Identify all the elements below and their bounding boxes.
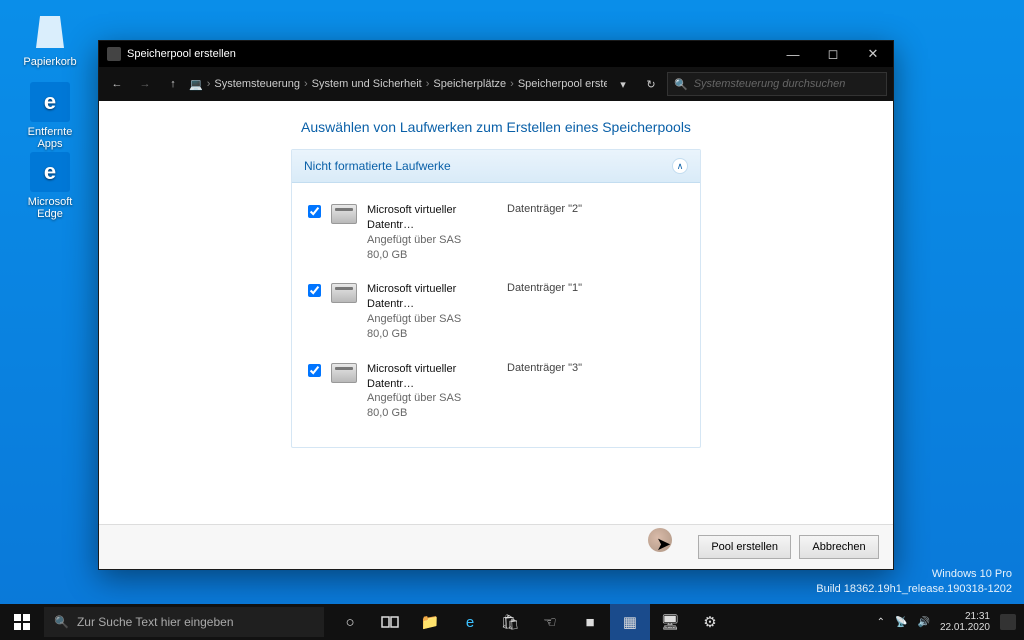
taskbar-app-cmd[interactable]: ■ [570, 604, 610, 640]
drive-name: Microsoft virtueller Datentr… [367, 362, 497, 392]
tray-network-icon[interactable]: 📡 [895, 617, 907, 628]
maximize-button[interactable]: ◻ [813, 41, 853, 67]
tray-volume-icon[interactable]: 🔊 [917, 617, 929, 628]
task-view-button[interactable] [370, 604, 410, 640]
drive-row: Microsoft virtueller Datentr…Angefügt üb… [308, 272, 684, 351]
start-button[interactable] [0, 604, 44, 640]
content-area: Auswählen von Laufwerken zum Erstellen e… [99, 101, 893, 524]
windows-watermark: Windows 10 Pro Build 18362.19h1_release.… [816, 567, 1012, 596]
taskbar-app-controlpanel[interactable]: ▦ [610, 604, 650, 640]
taskbar-app-store[interactable]: 🛍 [490, 604, 530, 640]
taskbar-app-edge[interactable]: e [450, 604, 490, 640]
drive-meta: Microsoft virtueller Datentr…Angefügt üb… [367, 203, 497, 262]
collapse-button[interactable]: ∧ [672, 158, 688, 174]
back-button[interactable]: ← [105, 72, 129, 96]
taskbar-search-placeholder: Zur Suche Text hier eingeben [77, 615, 234, 629]
tray-chevron-icon[interactable]: ⌃ [877, 617, 885, 628]
drive-id: Datenträger "2" [507, 203, 582, 215]
edge-icon: e [30, 152, 70, 192]
minimize-button[interactable]: ― [773, 41, 813, 67]
breadcrumb-item[interactable]: Systemsteuerung [214, 78, 300, 90]
disk-icon [331, 363, 357, 383]
drive-id: Datenträger "3" [507, 362, 582, 374]
drive-connection: Angefügt über SAS [367, 233, 497, 248]
drive-connection: Angefügt über SAS [367, 391, 497, 406]
panel-title: Nicht formatierte Laufwerke [304, 159, 451, 173]
drive-name: Microsoft virtueller Datentr… [367, 282, 497, 312]
desktop-icon-recycle-bin[interactable]: Papierkorb [14, 12, 86, 68]
drive-row: Microsoft virtueller Datentr…Angefügt üb… [308, 352, 684, 431]
up-button[interactable]: ↑ [161, 72, 185, 96]
breadcrumb-icon: 💻 [189, 78, 203, 91]
taskbar-app-services[interactable]: 🖥 [650, 604, 690, 640]
taskbar-app-settings[interactable]: ⚙ [690, 604, 730, 640]
cancel-button[interactable]: Abbrechen [799, 535, 879, 559]
drive-checkbox[interactable] [308, 284, 321, 297]
refresh-button[interactable]: ↻ [639, 72, 663, 96]
taskbar: 🔍 Zur Suche Text hier eingeben ○ 📁 e 🛍 ☜… [0, 604, 1024, 640]
forward-button: → [133, 72, 157, 96]
drive-meta: Microsoft virtueller Datentr…Angefügt üb… [367, 362, 497, 421]
titlebar: Speicherpool erstellen ― ◻ ✕ [99, 41, 893, 67]
app-icon [107, 47, 121, 61]
breadcrumb: 💻 › Systemsteuerung › System und Sicherh… [189, 78, 607, 91]
system-tray: ⌃ 📡 🔊 21:31 22.01.2020 [869, 611, 1024, 634]
drive-size: 80,0 GB [367, 248, 497, 263]
drive-id: Datenträger "1" [507, 282, 582, 294]
drive-checkbox[interactable] [308, 364, 321, 377]
disk-icon [331, 204, 357, 224]
action-center-button[interactable] [1000, 614, 1016, 630]
desktop-icon-label: Papierkorb [14, 56, 86, 68]
edge-icon: e [30, 82, 70, 122]
drive-name: Microsoft virtueller Datentr… [367, 203, 497, 233]
page-title: Auswählen von Laufwerken zum Erstellen e… [123, 119, 869, 135]
footer: Pool erstellen Abbrechen [99, 524, 893, 569]
drive-meta: Microsoft virtueller Datentr…Angefügt üb… [367, 282, 497, 341]
breadcrumb-item[interactable]: Speicherplätze [433, 78, 506, 90]
panel-header: Nicht formatierte Laufwerke ∧ [292, 150, 700, 183]
task-view-icon [381, 613, 399, 631]
taskbar-app-explorer[interactable]: 📁 [410, 604, 450, 640]
drive-size: 80,0 GB [367, 327, 497, 342]
cortana-button[interactable]: ○ [330, 604, 370, 640]
window-title: Speicherpool erstellen [127, 48, 236, 60]
desktop-icon-edge[interactable]: e Microsoft Edge [14, 152, 86, 220]
search-icon: 🔍 [674, 78, 688, 91]
breadcrumb-item[interactable]: System und Sicherheit [312, 78, 422, 90]
windows-icon [14, 614, 30, 630]
navbar: ← → ↑ 💻 › Systemsteuerung › System und S… [99, 67, 893, 101]
search-box[interactable]: 🔍 [667, 72, 887, 96]
drive-size: 80,0 GB [367, 406, 497, 421]
disk-icon [331, 283, 357, 303]
recycle-bin-icon [30, 12, 70, 52]
control-panel-window: Speicherpool erstellen ― ◻ ✕ ← → ↑ 💻 › S… [98, 40, 894, 570]
tray-clock[interactable]: 21:31 22.01.2020 [940, 611, 990, 634]
taskbar-app-snip[interactable]: ☜ [530, 604, 570, 640]
desktop-icon-label: Entfernte Apps [14, 126, 86, 150]
search-icon: 🔍 [54, 615, 69, 629]
breadcrumb-item[interactable]: Speicherpool erstellen [518, 78, 607, 90]
close-button[interactable]: ✕ [853, 41, 893, 67]
desktop-icon-remote-apps[interactable]: e Entfernte Apps [14, 82, 86, 150]
drives-panel: Nicht formatierte Laufwerke ∧ Microsoft … [291, 149, 701, 448]
drive-checkbox[interactable] [308, 205, 321, 218]
desktop-icon-label: Microsoft Edge [14, 196, 86, 220]
search-input[interactable] [694, 78, 880, 90]
drive-row: Microsoft virtueller Datentr…Angefügt üb… [308, 193, 684, 272]
drive-connection: Angefügt über SAS [367, 312, 497, 327]
taskbar-search[interactable]: 🔍 Zur Suche Text hier eingeben [44, 607, 324, 637]
history-dropdown[interactable]: ▾ [611, 72, 635, 96]
create-pool-button[interactable]: Pool erstellen [698, 535, 791, 559]
